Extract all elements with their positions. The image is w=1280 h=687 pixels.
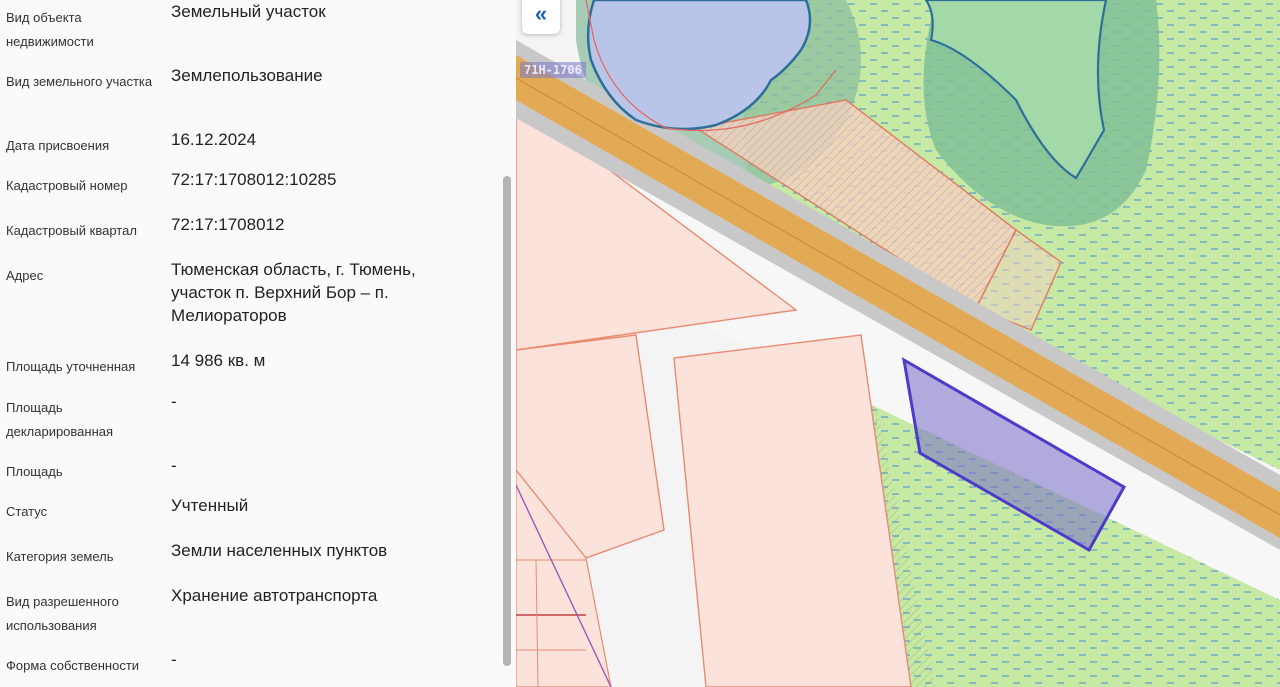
property-value: Земельный участок xyxy=(171,2,326,21)
property-value[interactable]: 72:17:1708012 xyxy=(171,213,461,236)
property-value: Тюменская область, г. Тюмень, участок п.… xyxy=(171,260,416,325)
property-value: Землепользование xyxy=(171,66,323,85)
property-label: Вид объекта недвижимости xyxy=(6,10,94,49)
cadastral-map[interactable]: « 71Н-1706 xyxy=(516,0,1280,687)
map-canvas[interactable] xyxy=(516,0,1280,687)
property-value: 16.12.2024 xyxy=(171,130,257,149)
property-label: Форма собственности xyxy=(6,658,140,673)
road-label: 71Н-1706 xyxy=(520,62,586,78)
property-label: Категория земель xyxy=(6,549,114,564)
property-label: Площадь декларированная xyxy=(6,400,114,439)
property-label: Адрес xyxy=(6,268,44,283)
property-value[interactable]: 72:17:1708012:10285 xyxy=(171,168,461,191)
property-value: Хранение автотранспорта xyxy=(171,586,378,605)
property-value: - xyxy=(171,650,177,669)
property-details-panel: Вид объекта недвижимости Земельный участ… xyxy=(0,0,516,687)
property-value: 14 986 кв. м xyxy=(171,351,266,370)
property-value: Земли населенных пунктов xyxy=(171,541,388,560)
chevrons-left-icon: « xyxy=(534,1,548,26)
property-label: Площадь уточненная xyxy=(6,359,136,374)
property-label: Статус xyxy=(6,504,48,519)
property-value: - xyxy=(171,456,177,475)
property-label: Кадастровый квартал xyxy=(6,223,137,238)
property-label: Площадь xyxy=(6,464,63,479)
property-label: Дата присвоения xyxy=(6,138,110,153)
property-label: Вид земельного участка xyxy=(6,74,153,89)
property-value: - xyxy=(171,392,177,411)
collapse-panel-button[interactable]: « xyxy=(522,0,560,34)
panel-scrollbar[interactable] xyxy=(503,176,511,666)
property-label: Кадастровый номер xyxy=(6,178,128,193)
property-value: Учтенный xyxy=(171,496,249,515)
property-label: Вид разрешенного использования xyxy=(6,594,119,633)
